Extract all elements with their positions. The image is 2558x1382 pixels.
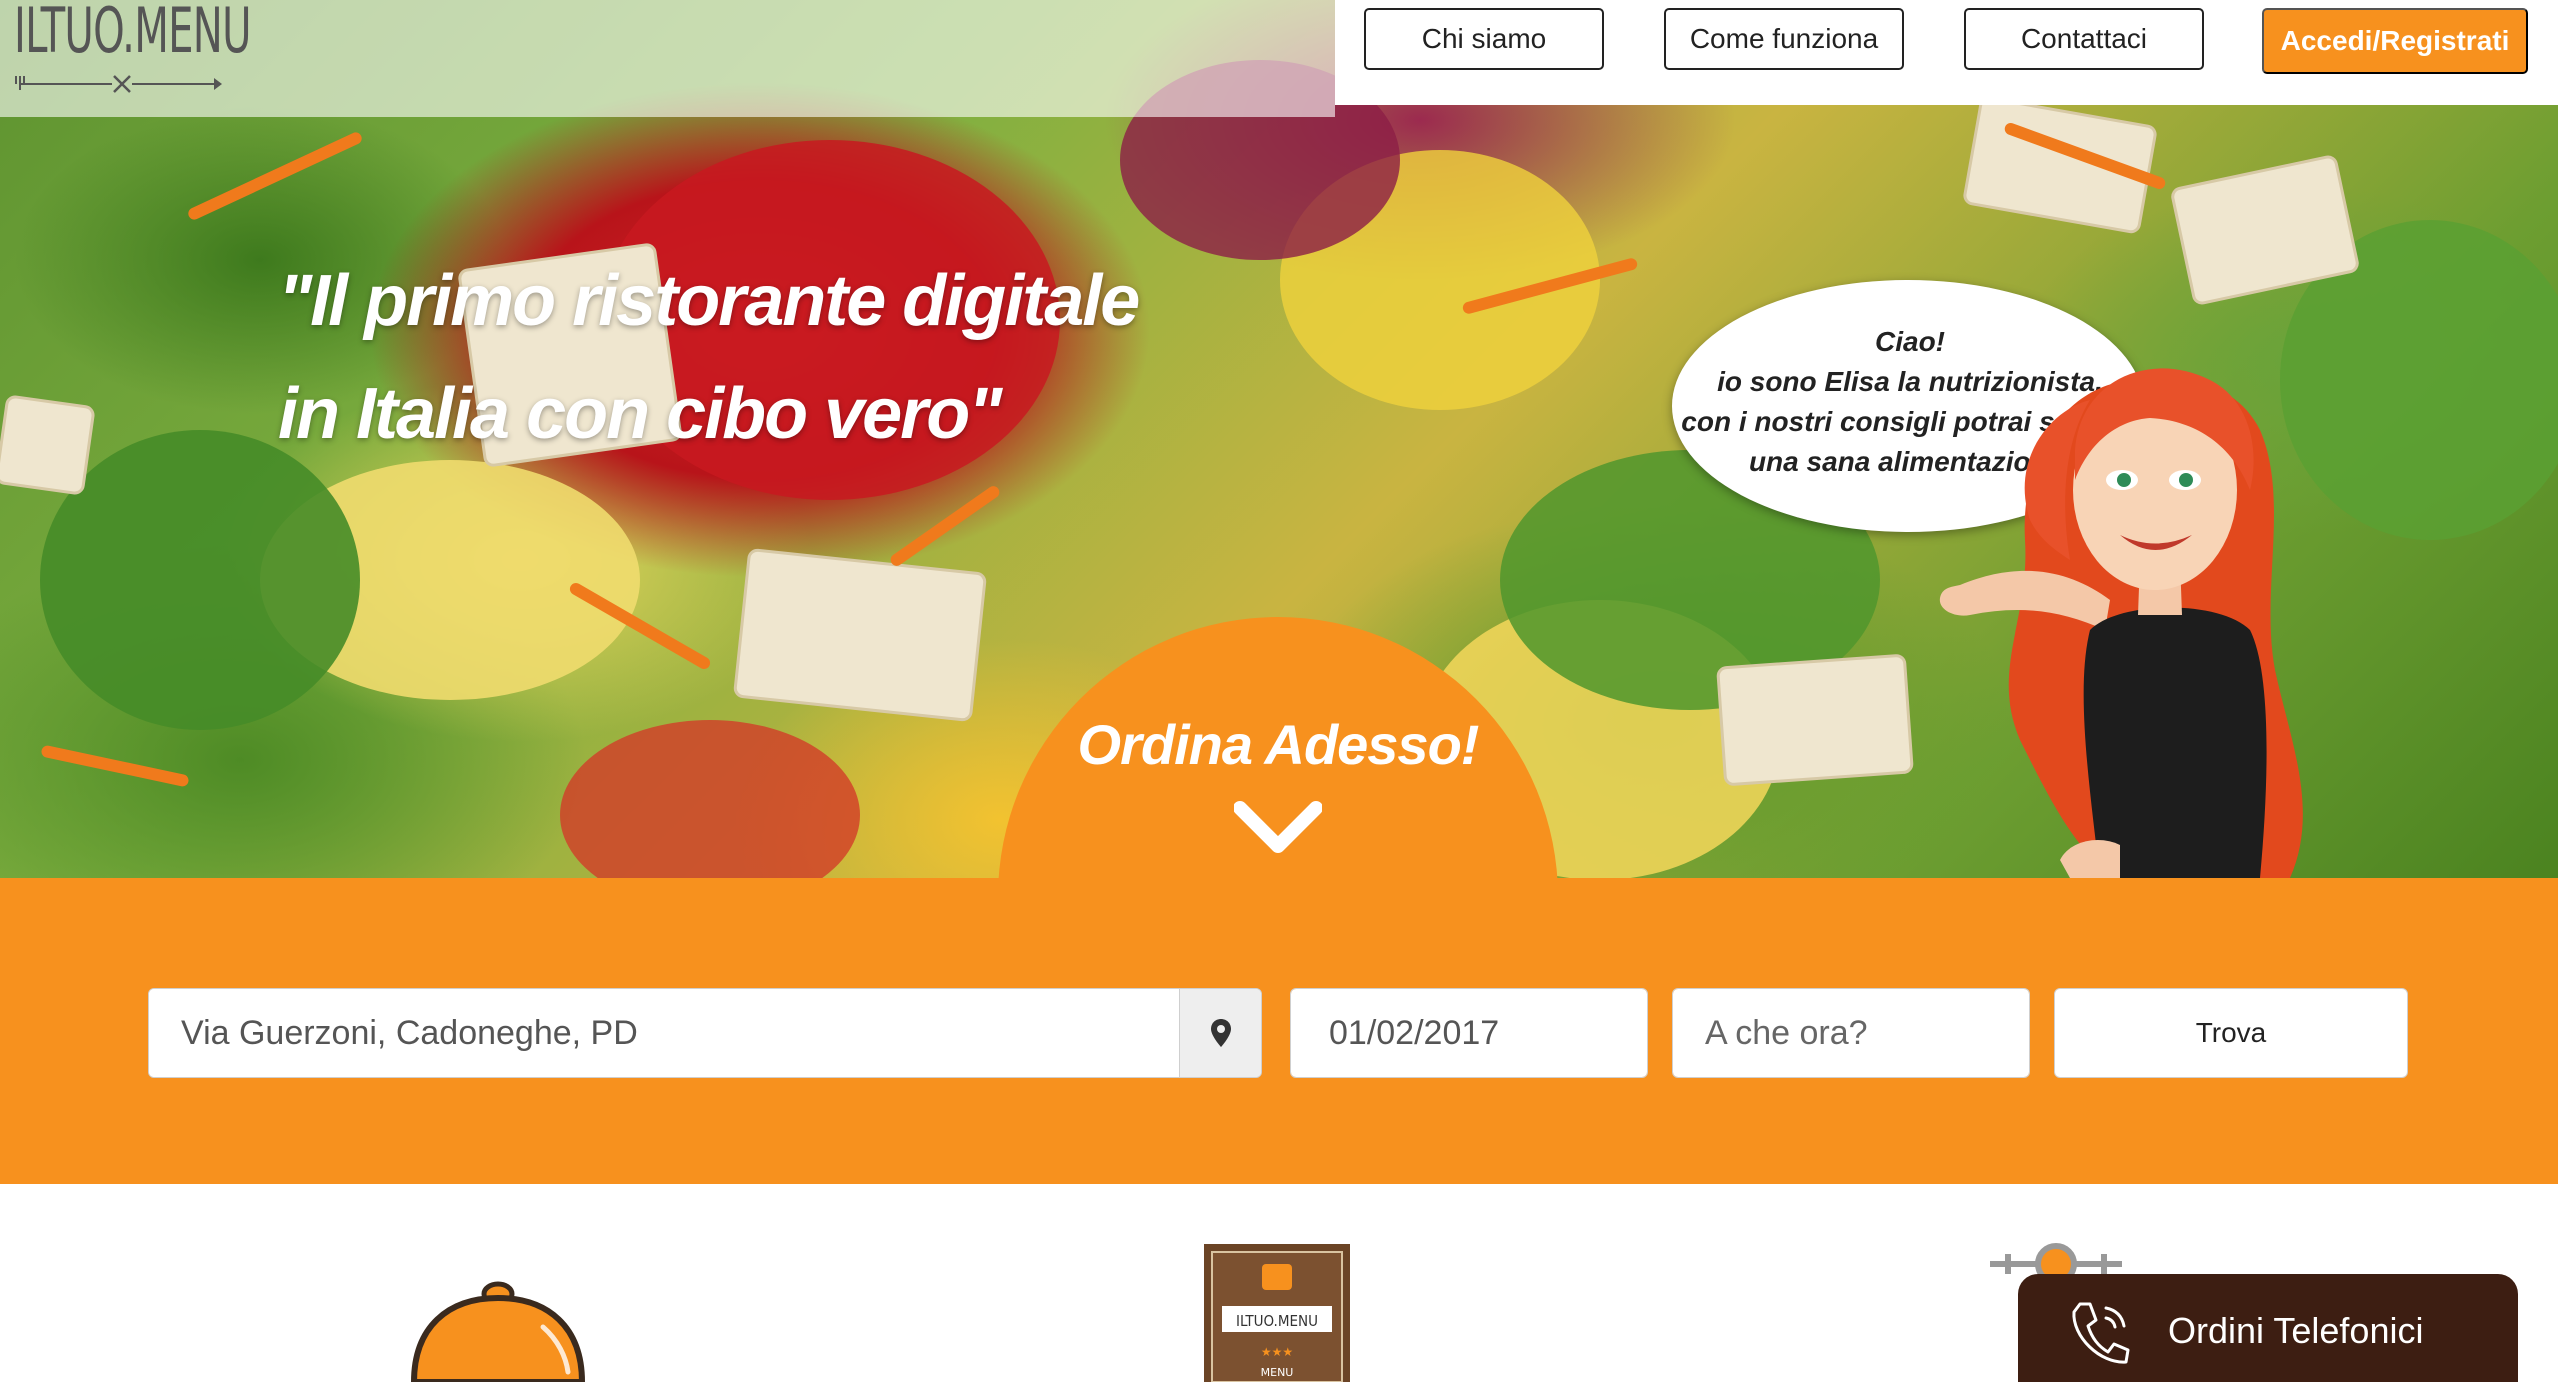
phone-icon xyxy=(2072,1302,2130,1364)
hero-headline-line2: in Italia con cibo vero" xyxy=(278,374,1002,454)
hero-headline-line1: "Il primo ristorante digitale xyxy=(278,261,1140,341)
chevron-down-icon[interactable] xyxy=(1234,800,1322,860)
time-input[interactable] xyxy=(1673,989,2029,1077)
carrot-strip xyxy=(40,744,190,788)
svg-text:ILTUO.MENU: ILTUO.MENU xyxy=(1236,1312,1318,1330)
carrot-strip xyxy=(186,130,364,222)
time-field xyxy=(1672,988,2030,1078)
phone-orders-label[interactable]: Ordini Telefonici xyxy=(2168,1310,2423,1352)
search-submit-button[interactable]: Trova xyxy=(2054,988,2408,1078)
hero-headline: "Il primo ristorante digitale in Italia … xyxy=(278,245,1140,471)
lettuce-shape xyxy=(40,430,360,730)
address-input[interactable] xyxy=(149,989,1179,1077)
menu-book-icon: ILTUO.MENU ★★★ MENU xyxy=(1204,1244,1350,1382)
nutritionist-illustration xyxy=(1939,368,2303,878)
address-addon[interactable] xyxy=(1179,989,1261,1077)
nav-contattaci-button[interactable]: Contattaci xyxy=(1964,8,2204,70)
nav-come-funziona-button[interactable]: Come funziona xyxy=(1664,8,1904,70)
address-field xyxy=(148,988,1262,1078)
date-field xyxy=(1290,988,1648,1078)
order-now-label[interactable]: Ordina Adesso! xyxy=(998,712,1558,777)
login-register-button[interactable]: Accedi/Registrati xyxy=(2262,8,2528,74)
nav-chi-siamo-button[interactable]: Chi siamo xyxy=(1364,8,1604,70)
svg-text:★★★: ★★★ xyxy=(1261,1345,1293,1359)
carrot-strip xyxy=(888,483,1002,569)
map-marker-icon xyxy=(1210,1019,1231,1047)
tomato-shape xyxy=(560,720,860,878)
phone-orders-tab[interactable]: Ordini Telefonici xyxy=(2018,1274,2518,1382)
date-input[interactable] xyxy=(1291,989,1647,1077)
site-logo[interactable]: ILTUO.MENU xyxy=(14,0,252,100)
tofu-cube xyxy=(0,394,96,496)
cutlery-icon xyxy=(15,75,222,93)
cloche-icon xyxy=(410,1281,586,1382)
svg-text:MENU: MENU xyxy=(1261,1366,1294,1379)
logo-text: ILTUO.MENU xyxy=(14,0,252,67)
tofu-cube xyxy=(732,547,988,723)
